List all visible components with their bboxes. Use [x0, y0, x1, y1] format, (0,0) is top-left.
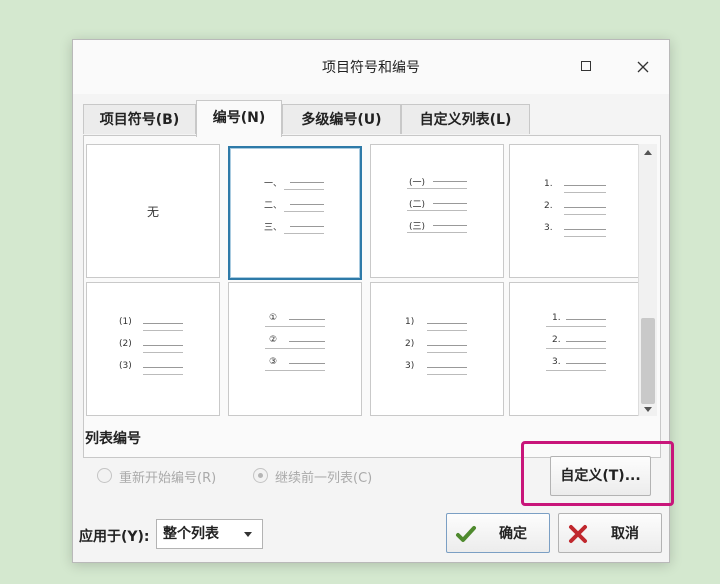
style-none[interactable]: 无: [86, 144, 220, 278]
cross-icon: [569, 525, 587, 543]
none-label: 无: [146, 205, 159, 219]
continue-list-label: 继续前一列表(C): [275, 471, 373, 486]
style-arabic-dot-underlined[interactable]: 1. 2. 3.: [509, 282, 643, 416]
scroll-thumb[interactable]: [641, 318, 655, 404]
scroll-up-icon[interactable]: [644, 150, 652, 155]
style-arabic-dot[interactable]: 1. 2. 3.: [509, 144, 643, 278]
apply-to-value: 整个列表: [163, 526, 219, 542]
list-item: (二): [371, 197, 503, 219]
radio-circle: [253, 468, 268, 483]
list-item: 1.: [510, 313, 642, 335]
cancel-button[interactable]: 取消: [558, 513, 662, 553]
close-button[interactable]: [625, 52, 661, 82]
radio-circle: [97, 468, 112, 483]
checkmark-icon: [456, 526, 476, 542]
highlight-annotation: [521, 441, 674, 506]
style-paren-chinese[interactable]: (一) (二) (三): [370, 144, 504, 278]
style-chinese-numeral[interactable]: 一、 二、 三、: [228, 146, 362, 280]
cancel-label: 取消: [611, 526, 639, 542]
list-item: 3): [371, 361, 503, 383]
list-item: 1): [371, 317, 503, 339]
list-item: ②: [229, 335, 361, 357]
list-item: 2.: [510, 201, 642, 223]
list-item: ①: [229, 313, 361, 335]
style-circled-number[interactable]: ① ② ③: [228, 282, 362, 416]
apply-to-select[interactable]: 整个列表: [156, 519, 263, 549]
numbering-gallery: 无 一、 二、 三、 (一) (二) (三) 1. 2. 3. (1) (2) …: [86, 144, 643, 416]
list-item: (1): [87, 317, 219, 339]
tab-custom-list[interactable]: 自定义列表(L): [401, 104, 530, 134]
tab-bullets[interactable]: 项目符号(B): [83, 104, 196, 134]
list-item: 一、: [230, 176, 360, 198]
list-item: (三): [371, 219, 503, 241]
gallery-scrollbar[interactable]: [638, 144, 657, 416]
list-item: 三、: [230, 220, 360, 242]
ok-label: 确定: [499, 526, 527, 542]
maximize-icon: [581, 61, 591, 71]
ok-button[interactable]: 确定: [446, 513, 550, 553]
list-item: 3.: [510, 223, 642, 245]
restart-numbering-label: 重新开始编号(R): [119, 471, 217, 486]
list-numbering-heading: 列表编号: [85, 431, 141, 447]
scroll-down-icon[interactable]: [644, 407, 652, 412]
list-item: 3.: [510, 357, 642, 379]
maximize-button[interactable]: [569, 52, 605, 82]
list-item: 1.: [510, 179, 642, 201]
close-icon: [637, 61, 649, 73]
title-bar: 项目符号和编号: [73, 40, 669, 94]
list-item: 2.: [510, 335, 642, 357]
list-item: (一): [371, 175, 503, 197]
chevron-down-icon: [244, 532, 252, 537]
apply-to-label: 应用于(Y):: [79, 529, 150, 545]
list-item: (3): [87, 361, 219, 383]
style-paren-arabic[interactable]: (1) (2) (3): [86, 282, 220, 416]
style-arabic-paren[interactable]: 1) 2) 3): [370, 282, 504, 416]
list-item: 2): [371, 339, 503, 361]
tab-multilevel[interactable]: 多级编号(U): [282, 104, 401, 134]
list-item: 二、: [230, 198, 360, 220]
list-item: (2): [87, 339, 219, 361]
tab-numbering[interactable]: 编号(N): [196, 100, 282, 137]
list-item: ③: [229, 357, 361, 379]
